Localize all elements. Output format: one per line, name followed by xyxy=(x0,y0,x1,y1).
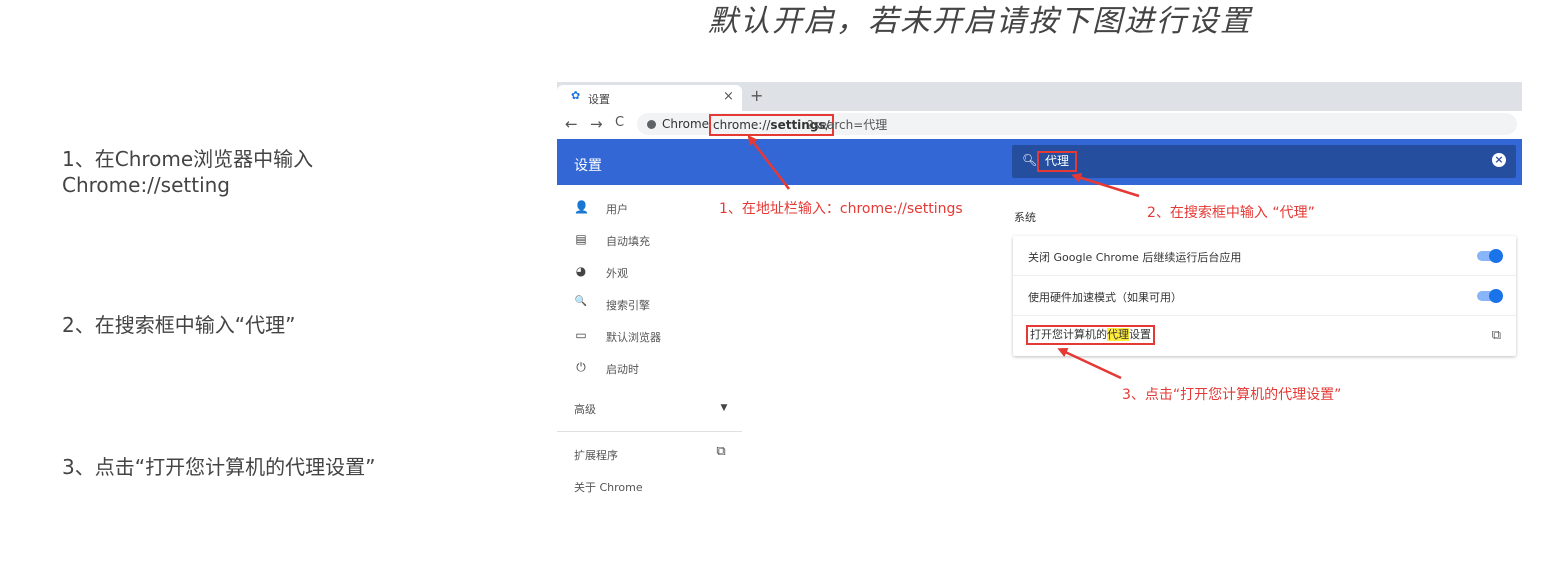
step-2: 2、在搜索框中输入“代理” xyxy=(62,312,295,338)
step-1: 1、在Chrome浏览器中输入 Chrome://setting xyxy=(62,146,313,198)
step-2-line1: 2、在搜索框中输入“代理” xyxy=(62,313,296,337)
arrow-2 xyxy=(1071,173,1140,198)
arrow-3 xyxy=(1057,348,1122,380)
step-1-line2: Chrome://setting xyxy=(62,173,230,197)
annotation-arrows xyxy=(747,134,1140,380)
step-1-line1: 1、在Chrome浏览器中输入 xyxy=(62,147,314,171)
arrow-1 xyxy=(747,134,790,190)
step-3-line1: 3、点击“打开您计算机的代理设置” xyxy=(62,455,376,479)
browser-window: ✿ 设置 × + ← → C Chrome chrome://settings/… xyxy=(557,82,1522,569)
step-3: 3、点击“打开您计算机的代理设置” xyxy=(62,454,375,480)
